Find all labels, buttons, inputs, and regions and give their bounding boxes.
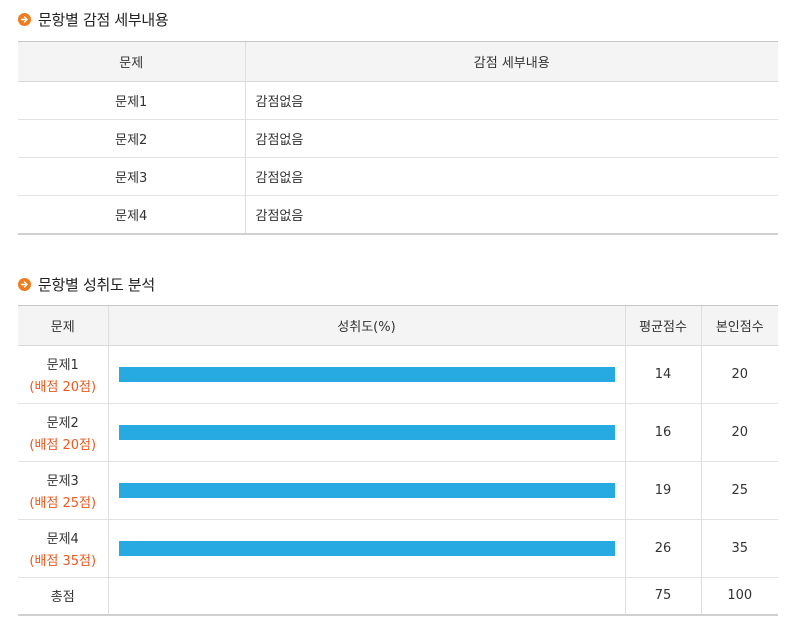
table-row: 문제4 (배점 35점) 26 35 [18,519,778,578]
table-row: 문제3 (배점 25점) 19 25 [18,461,778,520]
total-label: 총점 [18,577,108,616]
question-label: 문제4 [46,532,79,547]
detail-cell: 감점없음 [244,81,778,120]
allocation-label: (배점 20점) [29,380,97,395]
question-cell: 문제4 [18,195,245,235]
table-row: 문제1 (배점 20점) 14 20 [18,345,778,404]
allocation-label: (배점 35점) [29,554,97,569]
column-header-achievement: 성취도(%) [107,305,625,346]
achievement-bar-track [118,541,615,556]
column-header-question: 문제 [18,41,245,82]
allocation-label: (배점 20점) [29,438,97,453]
arrow-right-circle-icon [18,13,31,26]
my-score-cell: 20 [700,345,778,404]
allocation-label: (배점 25점) [29,496,97,511]
average-score-cell: 26 [624,519,701,578]
achievement-cell [107,519,625,578]
question-label: 문제1 [46,358,79,373]
section-title-text: 문항별 감점 세부내용 [38,11,169,29]
achievement-bar [118,367,615,382]
table-row: 문제2 감점없음 [18,119,778,158]
column-header-detail: 감점 세부내용 [244,41,778,82]
achievement-bar [118,425,615,440]
detail-cell: 감점없음 [244,195,778,235]
table-row: 문제2 (배점 20점) 16 20 [18,403,778,462]
total-achievement-cell [107,577,625,616]
total-my-score: 100 [700,577,778,616]
question-cell: 문제2 (배점 20점) [18,403,108,462]
section-title-achievement: 문항별 성취도 분석 [18,274,155,295]
question-label: 문제3 [46,474,79,489]
my-score-cell: 35 [700,519,778,578]
question-label: 문제2 [46,416,79,431]
achievement-cell [107,403,625,462]
achievement-bar-track [118,483,615,498]
average-score-cell: 14 [624,345,701,404]
achievement-bar-track [118,425,615,440]
deduction-table: 문제 감점 세부내용 문제1 감점없음 문제2 감점없음 문제3 감점없음 문제… [18,41,778,235]
total-average-score: 75 [624,577,701,616]
column-header-my-score: 본인점수 [700,305,778,346]
achievement-bar [118,483,615,498]
my-score-cell: 20 [700,403,778,462]
my-score-cell: 25 [700,461,778,520]
achievement-cell [107,345,625,404]
column-header-question: 문제 [18,305,108,346]
column-header-average-score: 평균점수 [624,305,701,346]
achievement-bar [118,541,615,556]
question-cell: 문제1 (배점 20점) [18,345,108,404]
section-title-text: 문항별 성취도 분석 [38,276,155,294]
achievement-bar-track [118,367,615,382]
achievement-table: 문제 성취도(%) 평균점수 본인점수 문제1 (배점 20점) 14 20 문… [18,305,778,616]
average-score-cell: 16 [624,403,701,462]
question-cell: 문제4 (배점 35점) [18,519,108,578]
section-title-deduction: 문항별 감점 세부내용 [18,9,169,30]
question-cell: 문제1 [18,81,245,120]
table-row: 문제3 감점없음 [18,157,778,196]
average-score-cell: 19 [624,461,701,520]
table-row: 문제4 감점없음 [18,195,778,235]
arrow-right-circle-icon [18,278,31,291]
detail-cell: 감점없음 [244,157,778,196]
question-cell: 문제3 [18,157,245,196]
detail-cell: 감점없음 [244,119,778,158]
achievement-cell [107,461,625,520]
table-row: 문제1 감점없음 [18,81,778,120]
question-cell: 문제3 (배점 25점) [18,461,108,520]
question-cell: 문제2 [18,119,245,158]
table-row-total: 총점 75 100 [18,577,778,616]
